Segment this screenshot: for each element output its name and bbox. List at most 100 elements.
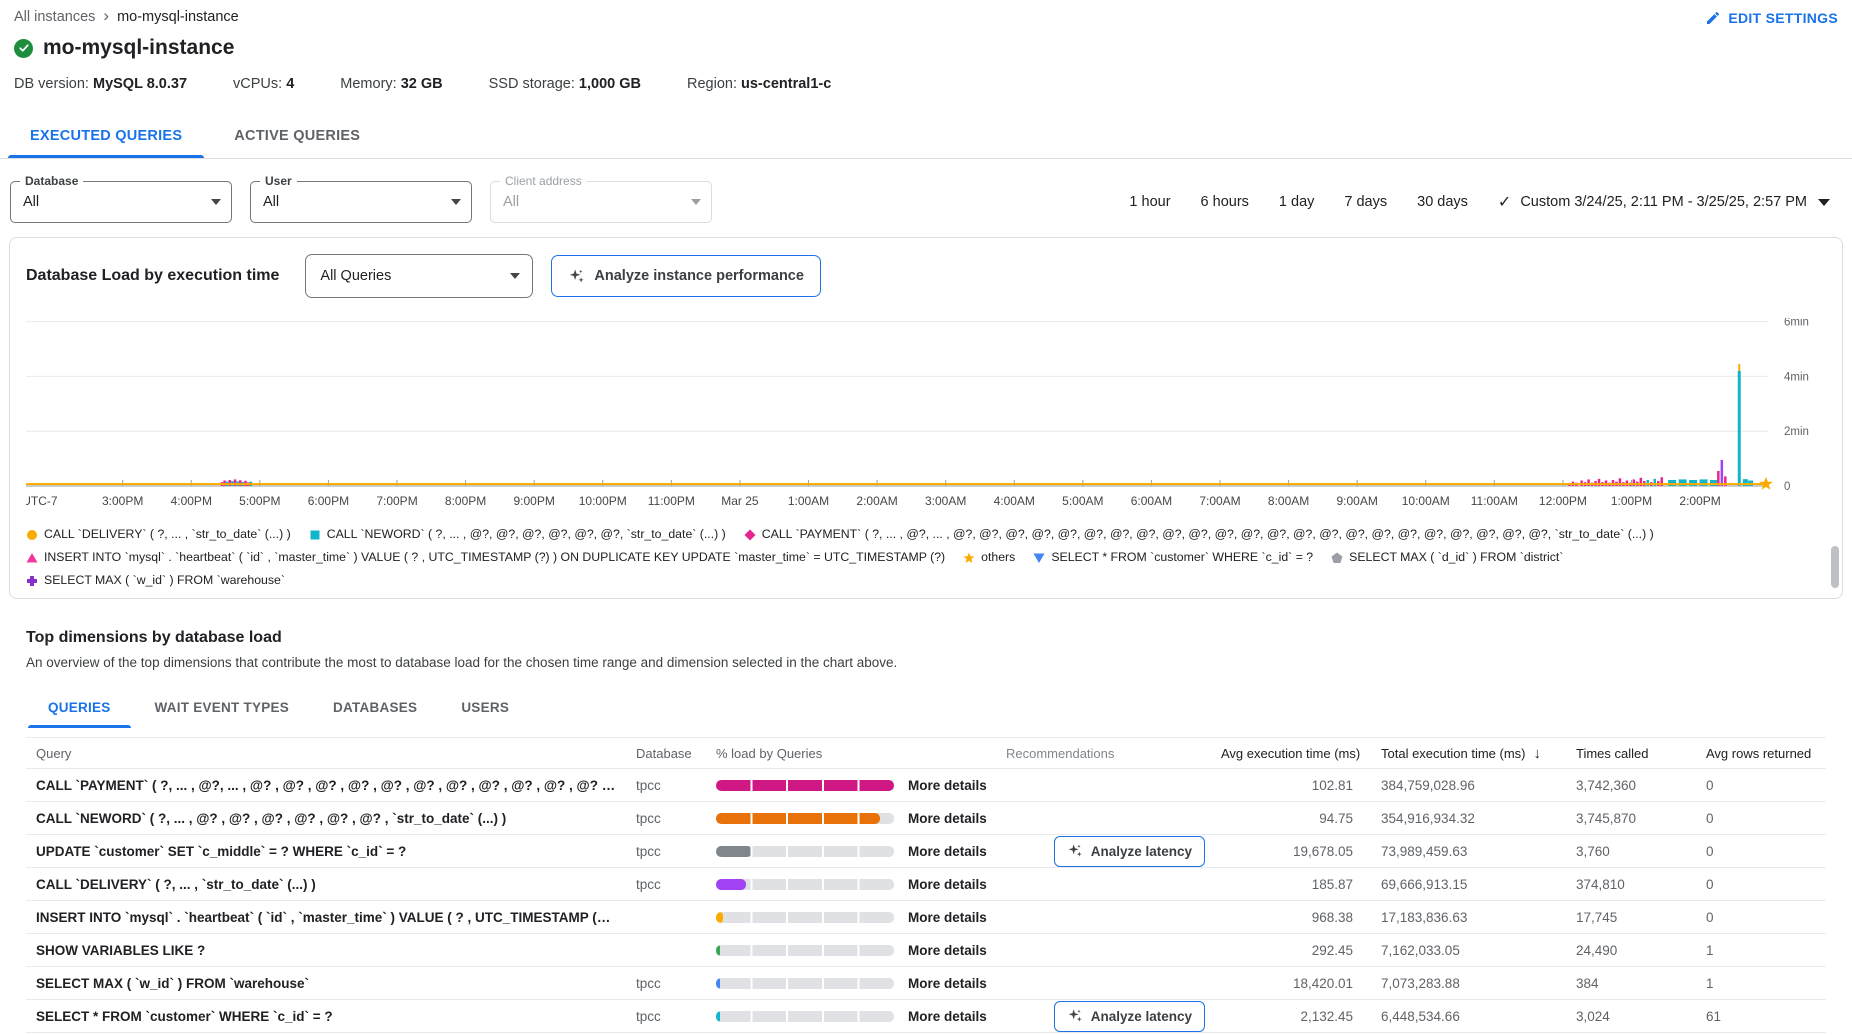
custom-time-range[interactable]: ✓ Custom 3/24/25, 2:11 PM - 3/25/25, 2:5…	[1498, 192, 1830, 212]
query-text[interactable]: CALL `NEWORD` ( ?, ... , @? , @? , @? , …	[26, 809, 626, 828]
tab-executed-queries[interactable]: EXECUTED QUERIES	[4, 114, 208, 158]
table-row: INSERT INTO `mysql` . `heartbeat` ( `id`…	[26, 901, 1826, 934]
more-details-link[interactable]: More details	[908, 844, 987, 859]
time-range-7-days[interactable]: 7 days	[1344, 194, 1387, 210]
load-dimension-select[interactable]: All Queries	[305, 254, 533, 298]
more-details-link[interactable]: More details	[908, 910, 987, 925]
database-filter-select[interactable]: Database All	[10, 181, 232, 223]
load-bar	[716, 813, 894, 824]
gemini-sparkle-icon	[1067, 843, 1083, 859]
time-range-6-hours[interactable]: 6 hours	[1201, 194, 1249, 210]
load-cell: More details	[706, 1009, 996, 1024]
more-details-link[interactable]: More details	[908, 877, 987, 892]
legend-item[interactable]: INSERT INTO `mysql` . `heartbeat` ( `id`…	[26, 548, 945, 567]
avg-rows-returned: 1	[1696, 941, 1826, 960]
more-details-link[interactable]: More details	[908, 976, 987, 991]
table-row: SELECT * FROM `customer` WHERE `c_id` = …	[26, 1000, 1826, 1033]
edit-settings-button[interactable]: EDIT SETTINGS	[1705, 8, 1838, 26]
top-dimensions-subtitle: An overview of the top dimensions that c…	[26, 655, 1826, 670]
pencil-icon	[1705, 10, 1721, 26]
column-header[interactable]: Avg execution time (ms)	[1211, 744, 1371, 763]
query-text[interactable]: SELECT MAX ( `w_id` ) FROM `warehouse`	[26, 974, 626, 993]
database-load-chart[interactable]: 6min4min2min0UTC-73:00PM4:00PM5:00PM6:00…	[26, 318, 1826, 523]
tab-active-queries[interactable]: ACTIVE QUERIES	[208, 114, 386, 158]
legend-item[interactable]: CALL `DELIVERY` ( ?, ... , `str_to_date`…	[26, 525, 291, 544]
legend-label: SELECT MAX ( `d_id` ) FROM `district`	[1349, 548, 1563, 567]
legend-scrollbar[interactable]	[1831, 546, 1839, 588]
database-name: tpcc	[626, 776, 706, 795]
query-text[interactable]: UPDATE `customer` SET `c_middle` = ? WHE…	[26, 842, 626, 861]
avg-execution-time: 185.87	[1211, 875, 1371, 894]
meta-memory: Memory: 32 GB	[340, 76, 442, 92]
tab-wait-event-types[interactable]: WAIT EVENT TYPES	[133, 688, 312, 727]
meta-region: Region: us-central1-c	[687, 76, 831, 92]
tab-queries[interactable]: QUERIES	[26, 688, 133, 727]
legend-label: SELECT * FROM `customer` WHERE `c_id` = …	[1051, 548, 1313, 567]
sort-descending-icon[interactable]: ↓	[1534, 745, 1542, 762]
legend-item[interactable]: SELECT * FROM `customer` WHERE `c_id` = …	[1033, 548, 1313, 567]
more-details-link[interactable]: More details	[908, 1009, 987, 1024]
database-name: tpcc	[626, 842, 706, 861]
table-row: UPDATE `customer` SET `c_middle` = ? WHE…	[26, 835, 1826, 868]
breadcrumb-all-instances[interactable]: All instances	[14, 9, 95, 25]
total-execution-time: 384,759,028.96	[1371, 776, 1566, 795]
query-text[interactable]: CALL `DELIVERY` ( ?, ... , `str_to_date`…	[26, 875, 626, 894]
total-execution-time: 73,989,459.63	[1371, 842, 1566, 861]
legend-item[interactable]: SELECT MAX ( `d_id` ) FROM `district`	[1331, 548, 1563, 567]
legend-item[interactable]: SELECT MAX ( `w_id` ) FROM `warehouse`	[26, 571, 285, 590]
time-range-selector: 1 hour 6 hours 1 day 7 days 30 days ✓ Cu…	[1129, 192, 1838, 212]
table-row: SHOW VARIABLES LIKE ?More details292.457…	[26, 934, 1826, 967]
load-bar	[716, 780, 894, 791]
legend-label: INSERT INTO `mysql` . `heartbeat` ( `id`…	[44, 548, 945, 567]
total-execution-time: 7,162,033.05	[1371, 941, 1566, 960]
avg-rows-returned: 0	[1696, 809, 1826, 828]
total-execution-time: 354,916,934.32	[1371, 809, 1566, 828]
load-chart-title: Database Load by execution time	[26, 267, 279, 285]
analyze-latency-button[interactable]: Analyze latency	[1054, 1001, 1205, 1032]
client-address-filter-select: Client address All	[490, 181, 712, 223]
tab-databases[interactable]: DATABASES	[311, 688, 439, 727]
legend-item[interactable]: CALL `PAYMENT` ( ?, ... , @?, ... , @?, …	[744, 525, 1654, 544]
time-range-30-days[interactable]: 30 days	[1417, 194, 1468, 210]
user-filter-value: All	[263, 194, 279, 210]
load-cell: More details	[706, 976, 996, 991]
avg-execution-time: 2,132.45	[1211, 1007, 1371, 1026]
legend-label: CALL `NEWORD` ( ?, ... , @?, @?, @?, @?,…	[327, 525, 726, 544]
table-row: CALL `NEWORD` ( ?, ... , @? , @? , @? , …	[26, 802, 1826, 835]
svg-text:4min: 4min	[1784, 371, 1809, 383]
query-text[interactable]: INSERT INTO `mysql` . `heartbeat` ( `id`…	[26, 908, 626, 927]
load-bar	[716, 912, 894, 923]
analyze-instance-performance-button[interactable]: Analyze instance performance	[551, 255, 821, 297]
query-text[interactable]: SHOW VARIABLES LIKE ?	[26, 941, 626, 960]
user-filter-select[interactable]: User All	[250, 181, 472, 223]
legend-item[interactable]: CALL `NEWORD` ( ?, ... , @?, @?, @?, @?,…	[309, 525, 726, 544]
column-header[interactable]: Times called	[1566, 744, 1696, 763]
times-called: 3,745,870	[1566, 809, 1696, 828]
load-bar	[716, 879, 894, 890]
column-header[interactable]: Total execution time (ms)↓	[1371, 743, 1566, 764]
query-text[interactable]: SELECT * FROM `customer` WHERE `c_id` = …	[26, 1007, 626, 1026]
column-header[interactable]: Avg rows returned	[1696, 744, 1826, 763]
legend-label: SELECT MAX ( `w_id` ) FROM `warehouse`	[44, 571, 285, 590]
top-dimensions-title: Top dimensions by database load	[26, 629, 1826, 647]
more-details-link[interactable]: More details	[908, 943, 987, 958]
time-range-1-hour[interactable]: 1 hour	[1129, 194, 1170, 210]
chart-legend: CALL `DELIVERY` ( ?, ... , `str_to_date`…	[26, 525, 1826, 590]
database-filter-value: All	[23, 194, 39, 210]
recommendation-cell: Analyze latency	[996, 836, 1211, 867]
load-chart-canvas[interactable]: 6min4min2min0UTC-73:00PM4:00PM5:00PM6:00…	[26, 318, 1826, 518]
analyze-latency-button[interactable]: Analyze latency	[1054, 836, 1205, 867]
more-details-link[interactable]: More details	[908, 778, 987, 793]
gemini-sparkle-icon	[1067, 1008, 1083, 1024]
avg-execution-time: 968.38	[1211, 908, 1371, 927]
query-table-body: CALL `PAYMENT` ( ?, ... , @?, ... , @? ,…	[26, 769, 1826, 1035]
tab-users[interactable]: USERS	[439, 688, 531, 727]
more-details-link[interactable]: More details	[908, 811, 987, 826]
legend-item[interactable]: others	[963, 548, 1015, 567]
time-range-1-day[interactable]: 1 day	[1279, 194, 1314, 210]
svg-text:12:00PM: 12:00PM	[1539, 494, 1587, 508]
svg-text:8:00PM: 8:00PM	[445, 494, 486, 508]
query-table-header: QueryDatabase% load by QueriesRecommenda…	[26, 737, 1826, 769]
query-text[interactable]: CALL `PAYMENT` ( ?, ... , @?, ... , @? ,…	[26, 776, 626, 795]
column-header: Database	[626, 744, 706, 763]
